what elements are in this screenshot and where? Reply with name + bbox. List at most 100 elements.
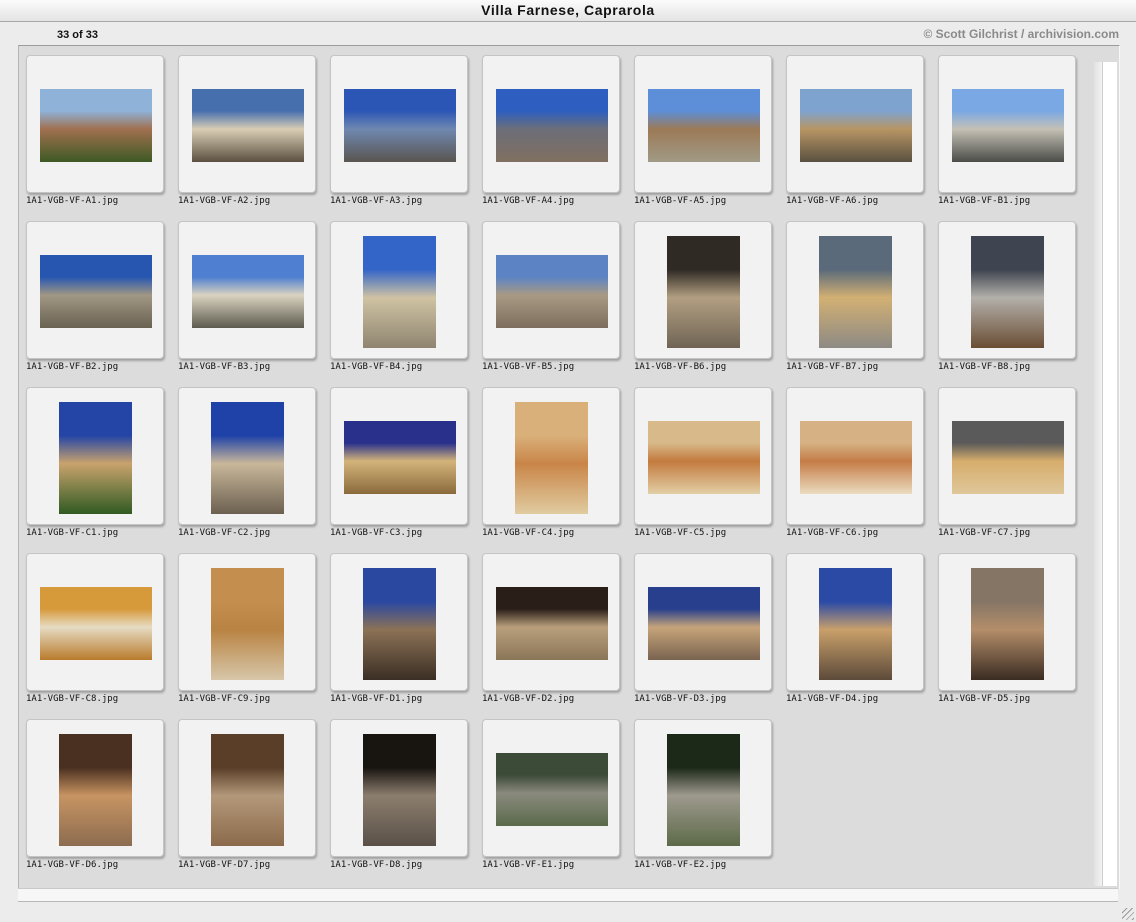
thumbnail-image[interactable] [496,753,608,826]
resize-grip-icon[interactable] [1122,908,1134,920]
thumbnail-image[interactable] [648,587,760,660]
slide-frame[interactable] [634,553,772,691]
thumbnail-item[interactable]: 1A1-VGB-VF-C9.jpg [178,553,326,713]
thumbnail-image[interactable] [40,89,152,162]
vertical-scrollbar[interactable] [1102,62,1117,886]
thumbnail-item[interactable]: 1A1-VGB-VF-D2.jpg [482,553,630,713]
thumbnail-image[interactable] [648,89,760,162]
thumbnail-image[interactable] [344,421,456,494]
thumbnail-image[interactable] [211,734,284,846]
slide-frame[interactable] [178,553,316,691]
thumbnail-image[interactable] [971,236,1044,348]
slide-frame[interactable] [786,55,924,193]
thumbnail-item[interactable]: 1A1-VGB-VF-C2.jpg [178,387,326,547]
thumbnail-image[interactable] [515,402,588,514]
thumbnail-item[interactable]: 1A1-VGB-VF-B1.jpg [938,55,1086,215]
thumbnail-image[interactable] [667,734,740,846]
slide-frame[interactable] [482,553,620,691]
thumbnail-item[interactable]: 1A1-VGB-VF-D4.jpg [786,553,934,713]
thumbnail-image[interactable] [952,421,1064,494]
thumbnail-item[interactable]: 1A1-VGB-VF-B7.jpg [786,221,934,381]
thumbnail-item[interactable]: 1A1-VGB-VF-D3.jpg [634,553,782,713]
slide-frame[interactable] [786,387,924,525]
thumbnail-image[interactable] [819,236,892,348]
thumbnail-item[interactable]: 1A1-VGB-VF-E1.jpg [482,719,630,879]
thumbnail-image[interactable] [819,568,892,680]
slide-frame[interactable] [938,553,1076,691]
slide-frame[interactable] [26,719,164,857]
slide-frame[interactable] [178,55,316,193]
thumbnail-image[interactable] [496,255,608,328]
thumbnail-image[interactable] [192,89,304,162]
thumbnail-item[interactable]: 1A1-VGB-VF-C3.jpg [330,387,478,547]
thumbnail-item[interactable]: 1A1-VGB-VF-D5.jpg [938,553,1086,713]
thumbnail-image[interactable] [496,587,608,660]
slide-frame[interactable] [330,387,468,525]
thumbnail-item[interactable]: 1A1-VGB-VF-C6.jpg [786,387,934,547]
thumbnail-item[interactable]: 1A1-VGB-VF-D6.jpg [26,719,174,879]
thumbnail-item[interactable]: 1A1-VGB-VF-A6.jpg [786,55,934,215]
slide-frame[interactable] [330,553,468,691]
thumbnail-item[interactable]: 1A1-VGB-VF-A4.jpg [482,55,630,215]
thumbnail-image[interactable] [344,89,456,162]
thumbnail-item[interactable]: 1A1-VGB-VF-D7.jpg [178,719,326,879]
slide-frame[interactable] [634,387,772,525]
slide-frame[interactable] [26,553,164,691]
thumbnail-item[interactable]: 1A1-VGB-VF-C5.jpg [634,387,782,547]
thumbnail-image[interactable] [363,568,436,680]
slide-frame[interactable] [634,719,772,857]
slide-frame[interactable] [482,221,620,359]
thumbnail-image[interactable] [40,587,152,660]
slide-frame[interactable] [938,387,1076,525]
thumbnail-image[interactable] [800,89,912,162]
slide-frame[interactable] [178,719,316,857]
slide-frame[interactable] [786,553,924,691]
thumbnail-item[interactable]: 1A1-VGB-VF-C7.jpg [938,387,1086,547]
slide-frame[interactable] [482,387,620,525]
thumbnail-image[interactable] [800,421,912,494]
slide-frame[interactable] [634,221,772,359]
thumbnail-image[interactable] [59,734,132,846]
thumbnail-item[interactable]: 1A1-VGB-VF-B4.jpg [330,221,478,381]
slide-frame[interactable] [938,221,1076,359]
slide-frame[interactable] [26,55,164,193]
thumbnail-image[interactable] [59,402,132,514]
thumbnail-item[interactable]: 1A1-VGB-VF-A1.jpg [26,55,174,215]
thumbnail-image[interactable] [496,89,608,162]
slide-frame[interactable] [330,719,468,857]
thumbnail-item[interactable]: 1A1-VGB-VF-E2.jpg [634,719,782,879]
thumbnail-item[interactable]: 1A1-VGB-VF-B5.jpg [482,221,630,381]
thumbnail-item[interactable]: 1A1-VGB-VF-A2.jpg [178,55,326,215]
slide-frame[interactable] [482,719,620,857]
thumbnail-item[interactable]: 1A1-VGB-VF-B2.jpg [26,221,174,381]
slide-frame[interactable] [330,55,468,193]
slide-frame[interactable] [26,387,164,525]
slide-frame[interactable] [634,55,772,193]
slide-frame[interactable] [178,387,316,525]
horizontal-scrollbar[interactable] [18,888,1118,902]
thumbnail-item[interactable]: 1A1-VGB-VF-C1.jpg [26,387,174,547]
thumbnail-item[interactable]: 1A1-VGB-VF-D1.jpg [330,553,478,713]
thumbnail-item[interactable]: 1A1-VGB-VF-C8.jpg [26,553,174,713]
thumbnail-item[interactable]: 1A1-VGB-VF-B3.jpg [178,221,326,381]
thumbnail-image[interactable] [648,421,760,494]
thumbnail-item[interactable]: 1A1-VGB-VF-B6.jpg [634,221,782,381]
thumbnail-image[interactable] [40,255,152,328]
thumbnail-image[interactable] [192,255,304,328]
thumbnail-item[interactable]: 1A1-VGB-VF-D8.jpg [330,719,478,879]
thumbnail-image[interactable] [363,236,436,348]
thumbnail-item[interactable]: 1A1-VGB-VF-A3.jpg [330,55,478,215]
slide-frame[interactable] [178,221,316,359]
thumbnail-item[interactable]: 1A1-VGB-VF-A5.jpg [634,55,782,215]
thumbnail-item[interactable]: 1A1-VGB-VF-C4.jpg [482,387,630,547]
thumbnail-image[interactable] [363,734,436,846]
thumbnail-image[interactable] [971,568,1044,680]
thumbnail-image[interactable] [211,568,284,680]
slide-frame[interactable] [786,221,924,359]
thumbnail-image[interactable] [667,236,740,348]
slide-frame[interactable] [26,221,164,359]
slide-frame[interactable] [938,55,1076,193]
thumbnail-image[interactable] [952,89,1064,162]
slide-frame[interactable] [330,221,468,359]
slide-frame[interactable] [482,55,620,193]
